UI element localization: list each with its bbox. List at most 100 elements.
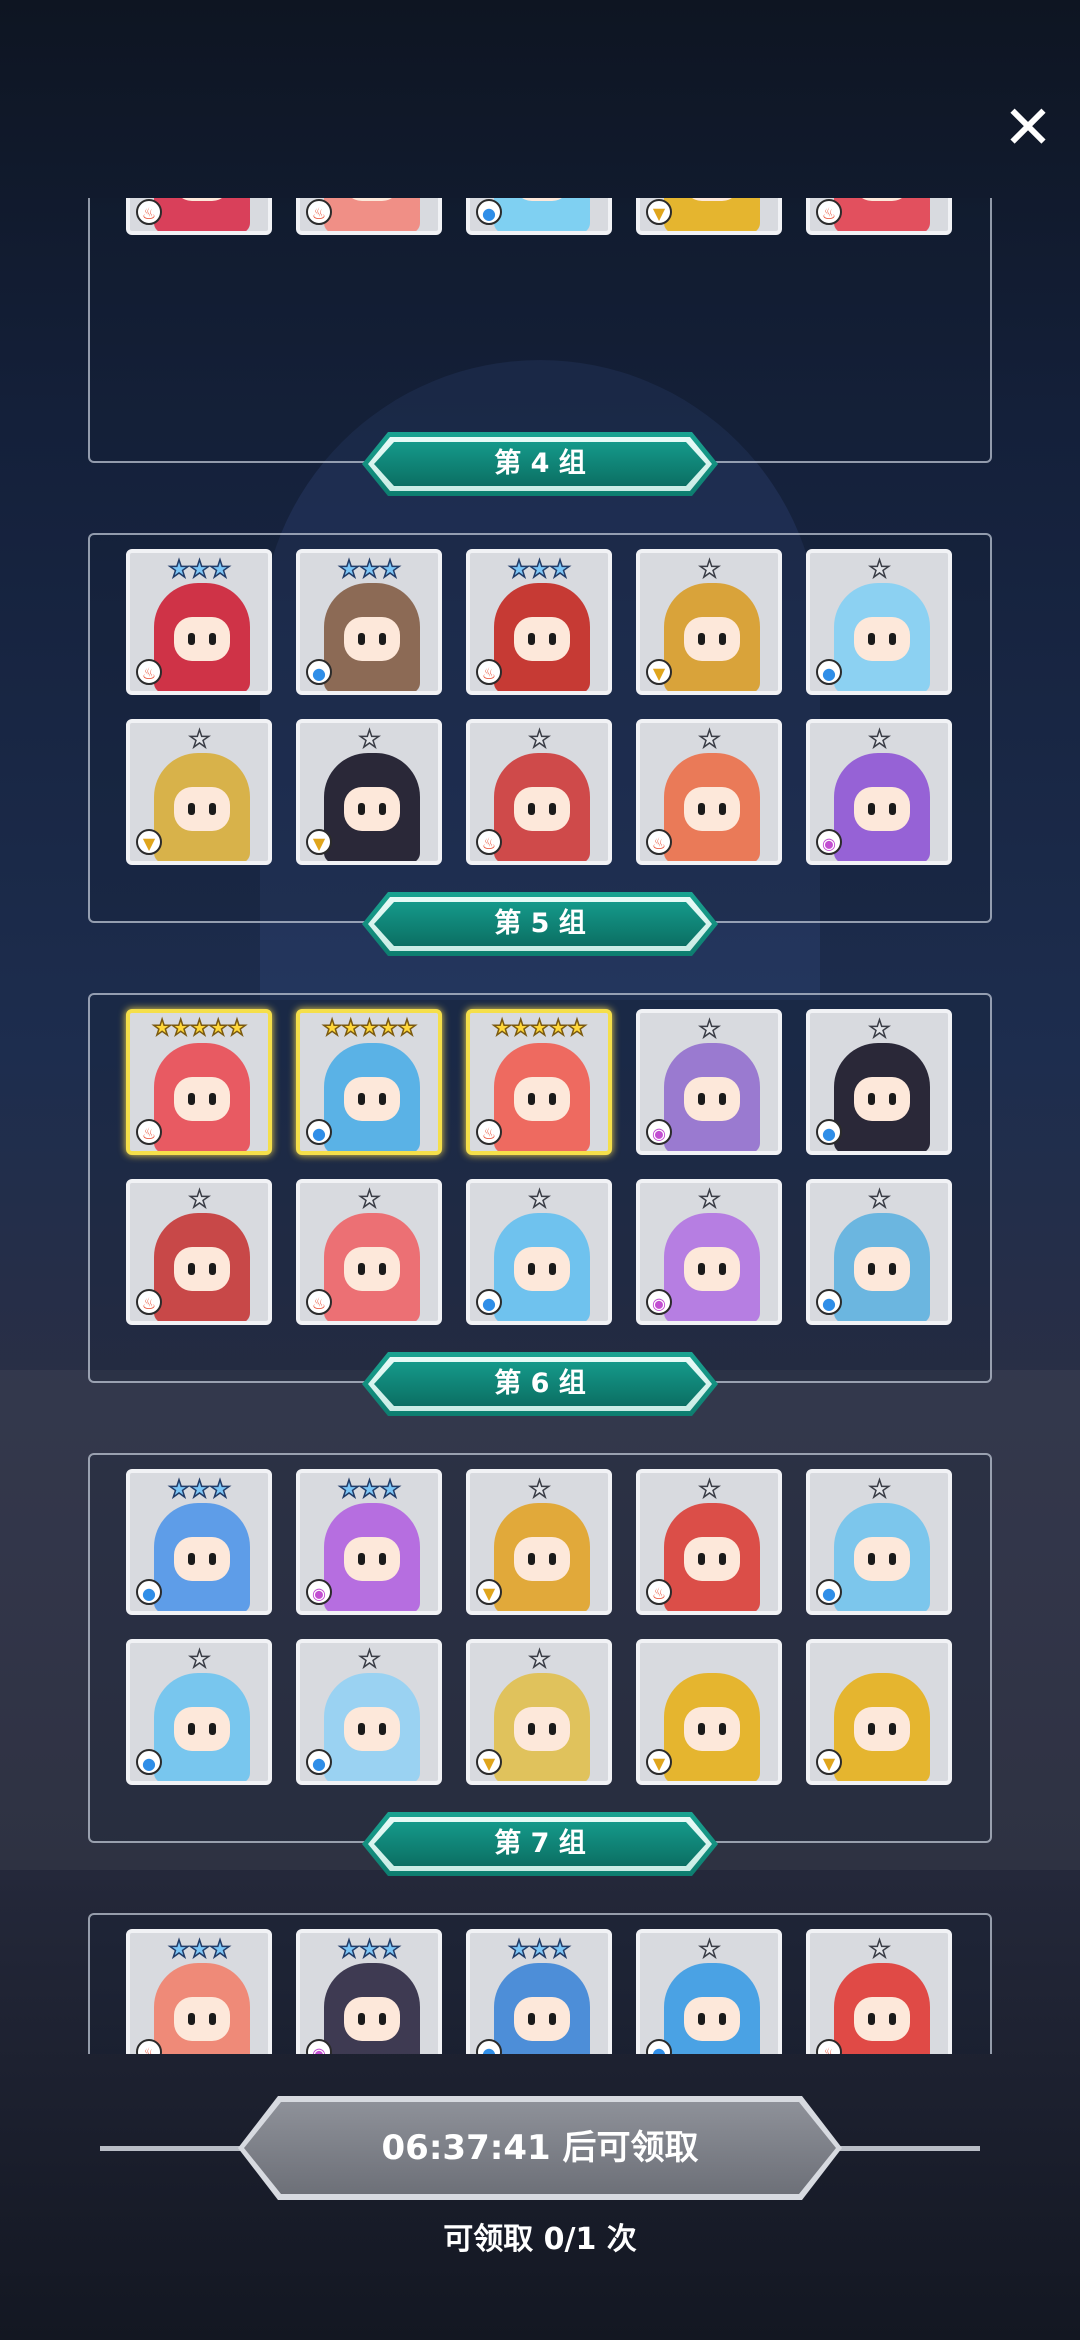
- star-rating-icon: ★★★: [167, 554, 231, 584]
- hero-card[interactable]: ★ ●: [806, 549, 952, 695]
- hero-card[interactable]: ★ ▼: [126, 719, 272, 865]
- hero-card[interactable]: ★ ♨: [296, 1179, 442, 1325]
- hero-portrait: [494, 198, 590, 231]
- hero-card[interactable]: ★ ◉: [806, 719, 952, 865]
- hero-eye: [698, 1093, 705, 1105]
- claim-button-label: 06:37:41 后可领取: [244, 2102, 836, 2194]
- claim-button[interactable]: 06:37:41 后可领取: [238, 2096, 842, 2200]
- hero-card[interactable]: ★★★★★ ♨: [466, 1009, 612, 1155]
- hero-card[interactable]: ★ ▼: [466, 1639, 612, 1785]
- group-label-banner: 第 6 组: [362, 1352, 718, 1416]
- hero-group-5: ★★★ ♨ ★★★ ● ★★★ ♨ ★ ▼ ★ ● ★ ▼ ★ ▼ ★ ♨ ★ ♨ ★ ◉: [88, 533, 992, 923]
- hero-card[interactable]: ★ ●: [636, 1929, 782, 2054]
- hero-card[interactable]: ★ ◉: [636, 1179, 782, 1325]
- star-rating-icon: ★: [528, 1474, 551, 1504]
- fire-element-icon: ♨: [306, 199, 332, 225]
- dark-element-icon: ◉: [646, 1289, 672, 1315]
- hero-eye: [549, 1093, 556, 1105]
- hero-portrait: [664, 198, 760, 231]
- hero-card[interactable]: ★ ♨: [636, 719, 782, 865]
- hero-card[interactable]: ★ ●: [806, 1469, 952, 1615]
- hero-card[interactable]: ★ ▼: [296, 719, 442, 865]
- hero-face: [684, 1077, 740, 1121]
- hero-card[interactable]: ▼: [636, 198, 782, 235]
- hero-face: [854, 1537, 910, 1581]
- hero-face: [514, 617, 570, 661]
- hero-eye: [379, 1093, 386, 1105]
- hero-card[interactable]: ●: [466, 198, 612, 235]
- hero-card[interactable]: ♨: [806, 198, 952, 235]
- hero-card[interactable]: ★★★ ◉: [296, 1929, 442, 2054]
- hero-eye: [889, 803, 896, 815]
- hero-face: [514, 1707, 570, 1751]
- hero-card[interactable]: ♨: [296, 198, 442, 235]
- hero-eye: [889, 1263, 896, 1275]
- hero-eye: [868, 803, 875, 815]
- hero-card[interactable]: ★ ▼: [636, 549, 782, 695]
- hero-card[interactable]: ▼: [636, 1639, 782, 1785]
- hero-eye: [698, 1723, 705, 1735]
- hero-eye: [358, 633, 365, 645]
- hero-card[interactable]: ★ ♨: [466, 719, 612, 865]
- hero-card[interactable]: ★★★ ♨: [126, 1929, 272, 2054]
- hero-card[interactable]: ★ ●: [806, 1179, 952, 1325]
- hero-card[interactable]: ★★★ ◉: [296, 1469, 442, 1615]
- hero-card[interactable]: ★★★ ●: [296, 549, 442, 695]
- hero-face: [174, 1247, 230, 1291]
- hero-eye: [719, 2013, 726, 2025]
- hero-eye: [719, 1093, 726, 1105]
- hero-card[interactable]: ★★★ ●: [466, 1929, 612, 2054]
- hero-face: [514, 1997, 570, 2041]
- star-rating-icon: ★★★: [337, 554, 401, 584]
- wind-element-icon: ▼: [136, 829, 162, 855]
- hero-face: [174, 1997, 230, 2041]
- hero-card[interactable]: ★ ♨: [636, 1469, 782, 1615]
- hero-group-8: ★★★♨★★★◉★★★●★●★♨★♨★▼★▼★●★▼: [88, 1913, 992, 2054]
- hero-eye: [188, 803, 195, 815]
- hero-card[interactable]: ▼: [806, 1639, 952, 1785]
- hero-eye: [188, 633, 195, 645]
- hero-card[interactable]: ★★★ ♨: [126, 549, 272, 695]
- hero-portrait: [324, 198, 420, 231]
- water-element-icon: ●: [476, 1289, 502, 1315]
- star-rating-icon: ★: [188, 1644, 211, 1674]
- water-element-icon: ●: [816, 1119, 842, 1145]
- hero-card[interactable]: ♨: [126, 198, 272, 235]
- hero-eye: [209, 803, 216, 815]
- hero-face: [854, 617, 910, 661]
- hero-face: [684, 1707, 740, 1751]
- hero-card[interactable]: ★★★ ♨: [466, 549, 612, 695]
- group-list-scroll[interactable]: ♨ ♨ ● ▼ ♨ 第 4 组 ★★★ ♨ ★★★ ● ★★★ ♨ ★ ▼ ★ ● ★ ▼ ★ ▼ ★ ♨ ★ ♨ ★ ◉ 第 5 …: [84, 198, 996, 2054]
- star-rating-icon: ★: [358, 1184, 381, 1214]
- star-rating-icon: ★★★: [337, 1474, 401, 1504]
- hero-group-4: ♨ ♨ ● ▼ ♨: [88, 198, 992, 463]
- close-button[interactable]: ✕: [1000, 98, 1056, 158]
- hero-portrait: [154, 198, 250, 231]
- wind-element-icon: ▼: [646, 199, 672, 225]
- hero-card[interactable]: ★★★★★ ●: [296, 1009, 442, 1155]
- hero-card[interactable]: ★ ♨: [126, 1179, 272, 1325]
- hero-card[interactable]: ★ ▼: [466, 1469, 612, 1615]
- star-rating-icon: ★★★: [337, 1934, 401, 1964]
- hero-eye: [549, 1723, 556, 1735]
- hero-card[interactable]: ★★★ ●: [126, 1469, 272, 1615]
- hero-card[interactable]: ★ ●: [806, 1009, 952, 1155]
- hero-group-7: ★★★ ● ★★★ ◉ ★ ▼ ★ ♨ ★ ● ★ ● ★ ● ★ ▼ ▼ ▼: [88, 1453, 992, 1843]
- group-label: 第 7 组: [374, 1822, 706, 1866]
- hero-eye: [868, 1263, 875, 1275]
- hero-eye: [188, 1093, 195, 1105]
- hero-card[interactable]: ★ ●: [126, 1639, 272, 1785]
- hero-card[interactable]: ★ ●: [296, 1639, 442, 1785]
- fire-element-icon: ♨: [476, 829, 502, 855]
- hero-card[interactable]: ★ ●: [466, 1179, 612, 1325]
- hero-card[interactable]: ★★★★★ ♨: [126, 1009, 272, 1155]
- hero-eye: [719, 1553, 726, 1565]
- group-label-banner: 第 5 组: [362, 892, 718, 956]
- hero-eye: [209, 2013, 216, 2025]
- hero-face: [174, 1537, 230, 1581]
- hero-card[interactable]: ★ ◉: [636, 1009, 782, 1155]
- wind-element-icon: ▼: [476, 1579, 502, 1605]
- hero-card[interactable]: ★ ♨: [806, 1929, 952, 2054]
- hero-eye: [868, 1093, 875, 1105]
- hero-eye: [188, 2013, 195, 2025]
